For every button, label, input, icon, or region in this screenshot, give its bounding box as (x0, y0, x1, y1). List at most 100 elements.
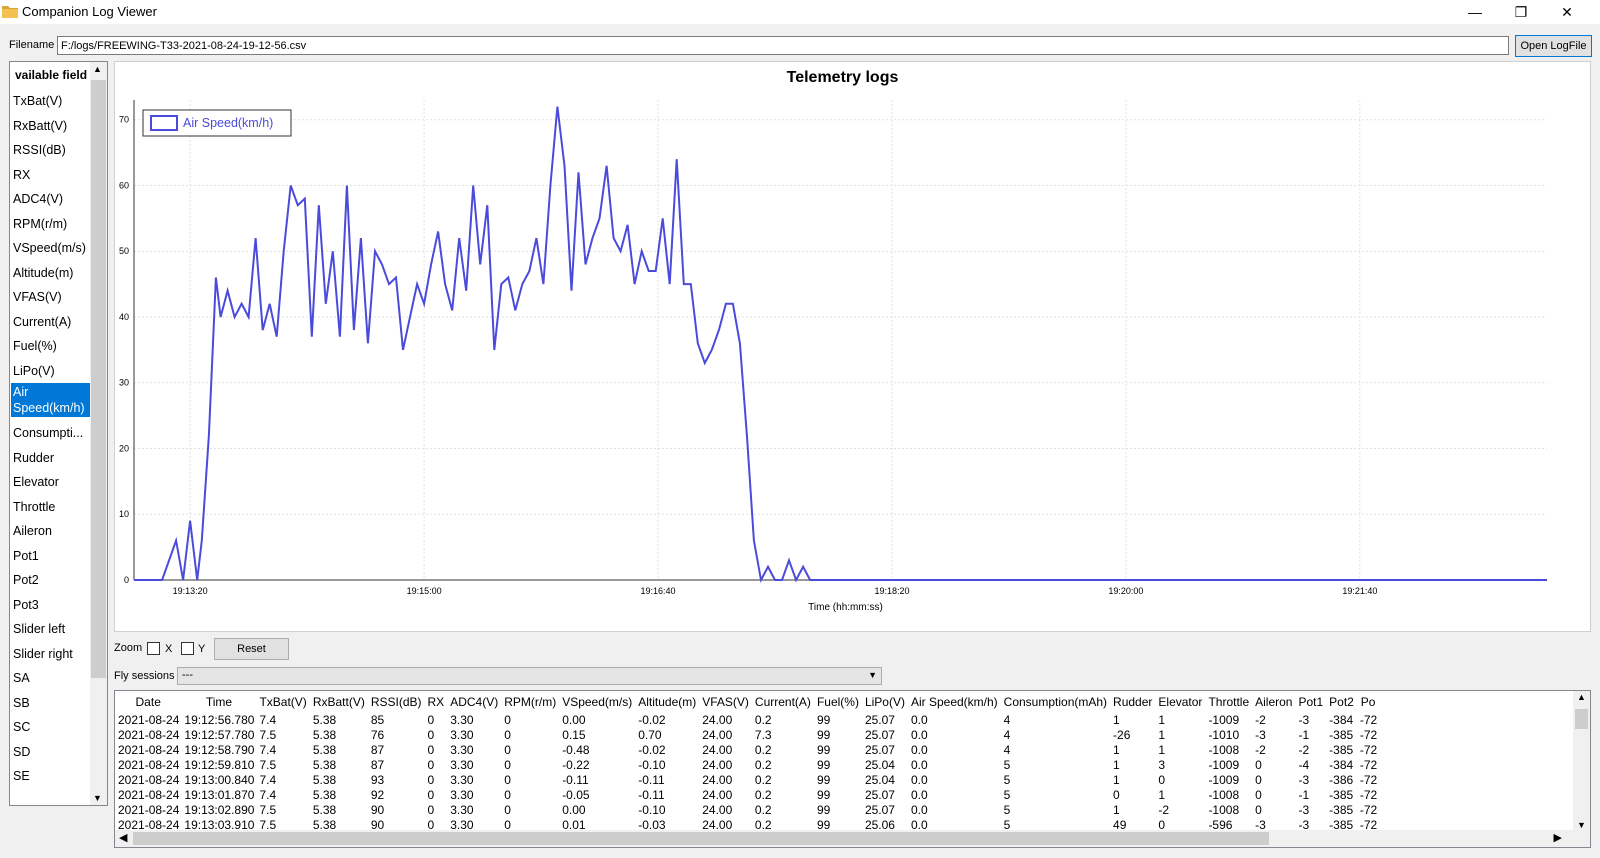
column-header[interactable]: Pot2 (1326, 691, 1357, 713)
filename-label: Filename (9, 39, 55, 51)
table-row[interactable]: 2021-08-24 19:13:02.890 7.5 5.38 90 0 3.30 0 0.0… (115, 803, 1379, 818)
close-button[interactable]: ✕ (1544, 0, 1590, 24)
table-cell: 0 (1255, 803, 1262, 817)
field-item[interactable]: Slider right (11, 644, 92, 664)
table-row[interactable]: 2021-08-24 19:13:00.840 7.4 5.38 93 0 3.30 0 -0.… (115, 773, 1379, 788)
column-header[interactable]: RPM(r/m) (501, 691, 559, 713)
table-horizontal-scrollbar[interactable]: ◀ ▶ (115, 830, 1590, 847)
zoom-x-checkbox[interactable] (147, 642, 160, 655)
table-row[interactable]: 2021-08-24 19:12:58.790 7.4 5.38 87 0 3.30 0 -0.… (115, 743, 1379, 758)
field-item[interactable]: Altitude(m) (11, 263, 92, 283)
field-item[interactable]: VFAS(V) (11, 287, 92, 307)
table-cell: 3.30 (450, 728, 474, 742)
column-header[interactable]: Throttle (1205, 691, 1252, 713)
table-vertical-scrollbar[interactable]: ▲ ▼ (1573, 691, 1590, 831)
field-item[interactable]: TxBat(V) (11, 91, 92, 111)
column-header[interactable]: Elevator (1155, 691, 1205, 713)
scroll-left-icon[interactable]: ◀ (119, 831, 127, 844)
column-header[interactable]: ADC4(V) (447, 691, 501, 713)
field-item[interactable]: RxBatt(V) (11, 116, 92, 136)
field-item[interactable]: RPM(r/m) (11, 214, 92, 234)
open-logfile-button[interactable]: Open LogFile (1515, 35, 1592, 57)
field-item[interactable]: Slider left (11, 619, 92, 639)
field-item[interactable]: SB (11, 693, 92, 713)
field-item[interactable]: RSSI(dB) (11, 140, 92, 160)
scroll-right-icon[interactable]: ▶ (1554, 831, 1562, 844)
field-list-scrollbar[interactable]: ▲ ▼ (90, 62, 107, 805)
column-header[interactable]: Time (181, 691, 256, 713)
column-header[interactable]: RxBatt(V) (310, 691, 368, 713)
field-item[interactable]: Fuel(%) (11, 336, 92, 356)
table-cell: -72 (1359, 803, 1378, 817)
column-header[interactable]: Pot1 (1295, 691, 1326, 713)
column-header[interactable]: RSSI(dB) (368, 691, 425, 713)
fly-sessions-select[interactable]: --- ▼ (177, 667, 882, 685)
zoom-y-checkbox[interactable] (181, 642, 194, 655)
scroll-down-icon[interactable]: ▼ (1577, 820, 1586, 830)
table-row[interactable]: 2021-08-24 19:13:01.870 7.4 5.38 92 0 3.30 0 -0.… (115, 788, 1379, 803)
column-header[interactable]: Po (1357, 691, 1379, 713)
table-cell: 24.00 (702, 758, 733, 772)
column-header[interactable]: Altitude(m) (635, 691, 699, 713)
field-item[interactable]: Elevator (11, 472, 92, 492)
field-item[interactable]: SA (11, 668, 92, 688)
field-item[interactable]: SE (11, 766, 92, 786)
table-row[interactable]: 2021-08-24 19:12:56.780 7.4 5.38 85 0 3.30 0 0.0… (115, 713, 1379, 728)
field-item[interactable]: SD (11, 742, 92, 762)
field-item[interactable]: Throttle (11, 497, 92, 517)
column-header[interactable]: TxBat(V) (256, 691, 309, 713)
field-item[interactable]: Current(A) (11, 312, 92, 332)
table-cell: -3 (1255, 728, 1266, 742)
scroll-thumb[interactable] (91, 80, 106, 678)
table-cell: 0 (427, 743, 435, 757)
column-header[interactable]: Rudder (1110, 691, 1155, 713)
column-header[interactable]: Consumption(mAh) (1001, 691, 1110, 713)
available-fields-list[interactable]: vailable field TxBat(V) RxBatt(V) RSSI(dB)… (9, 61, 108, 806)
table-row[interactable]: 2021-08-24 19:12:57.780 7.5 5.38 76 0 3.30 0 0.1… (115, 728, 1379, 743)
table-cell: 0 (1113, 788, 1120, 802)
table-cell: 3 (1158, 758, 1166, 772)
field-item[interactable]: Pot1 (11, 546, 92, 566)
field-item[interactable]: Rudder (11, 448, 92, 468)
table-cell: 0 (1255, 788, 1262, 802)
chart-title: Telemetry logs (787, 69, 899, 86)
table-cell: 24.00 (702, 773, 733, 787)
field-item[interactable]: Aileron (11, 521, 92, 541)
field-item[interactable]: LiPo(V) (11, 361, 92, 381)
table-cell: 2021-08-24 (118, 788, 180, 802)
table-cell: 24.00 (702, 728, 733, 742)
table-cell: 4 (1003, 713, 1011, 727)
minimize-button[interactable]: — (1452, 0, 1498, 24)
table-cell: 5.38 (312, 803, 337, 817)
table-cell: 0.15 (562, 728, 586, 742)
field-item[interactable]: ADC4(V) (11, 189, 92, 209)
column-header[interactable]: Air Speed(km/h) (908, 691, 1001, 713)
scroll-up-icon[interactable]: ▲ (1577, 692, 1586, 702)
maximize-button[interactable]: ❐ (1498, 0, 1544, 24)
column-header[interactable]: VSpeed(m/s) (559, 691, 635, 713)
filename-input[interactable] (57, 36, 1509, 55)
field-item[interactable]: Air Speed(km/h) (11, 383, 92, 417)
scroll-up-icon[interactable]: ▲ (93, 64, 102, 74)
scroll-down-icon[interactable]: ▼ (93, 793, 102, 803)
column-header[interactable]: LiPo(V) (862, 691, 908, 713)
field-item[interactable]: Consumpti... (11, 423, 92, 443)
table-cell: 25.07 (864, 803, 895, 817)
table-scroll-thumb[interactable] (1575, 709, 1588, 729)
field-item[interactable]: RX (11, 165, 92, 185)
log-data-table[interactable]: Date Time TxBat(V) RxBatt(V) RSSI(dB) RX ADC4(… (114, 690, 1591, 848)
column-header[interactable]: VFAS(V) (699, 691, 752, 713)
reset-button[interactable]: Reset (214, 638, 289, 660)
field-item[interactable]: Pot2 (11, 570, 92, 590)
field-item[interactable]: Pot3 (11, 595, 92, 615)
column-header[interactable]: RX (425, 691, 448, 713)
column-header[interactable]: Date (115, 691, 181, 713)
column-header[interactable]: Current(A) (752, 691, 814, 713)
field-item[interactable]: VSpeed(m/s) (11, 238, 92, 258)
telemetry-chart[interactable]: Telemetry logs 0 10 20 30 40 50 60 70 19:13:20 19:… (114, 61, 1591, 632)
table-row[interactable]: 2021-08-24 19:12:59.810 7.5 5.38 87 0 3.30 0 -0.… (115, 758, 1379, 773)
column-header[interactable]: Fuel(%) (814, 691, 862, 713)
table-hscroll-thumb[interactable] (133, 832, 1269, 845)
field-item[interactable]: SC (11, 717, 92, 737)
column-header[interactable]: Aileron (1252, 691, 1295, 713)
